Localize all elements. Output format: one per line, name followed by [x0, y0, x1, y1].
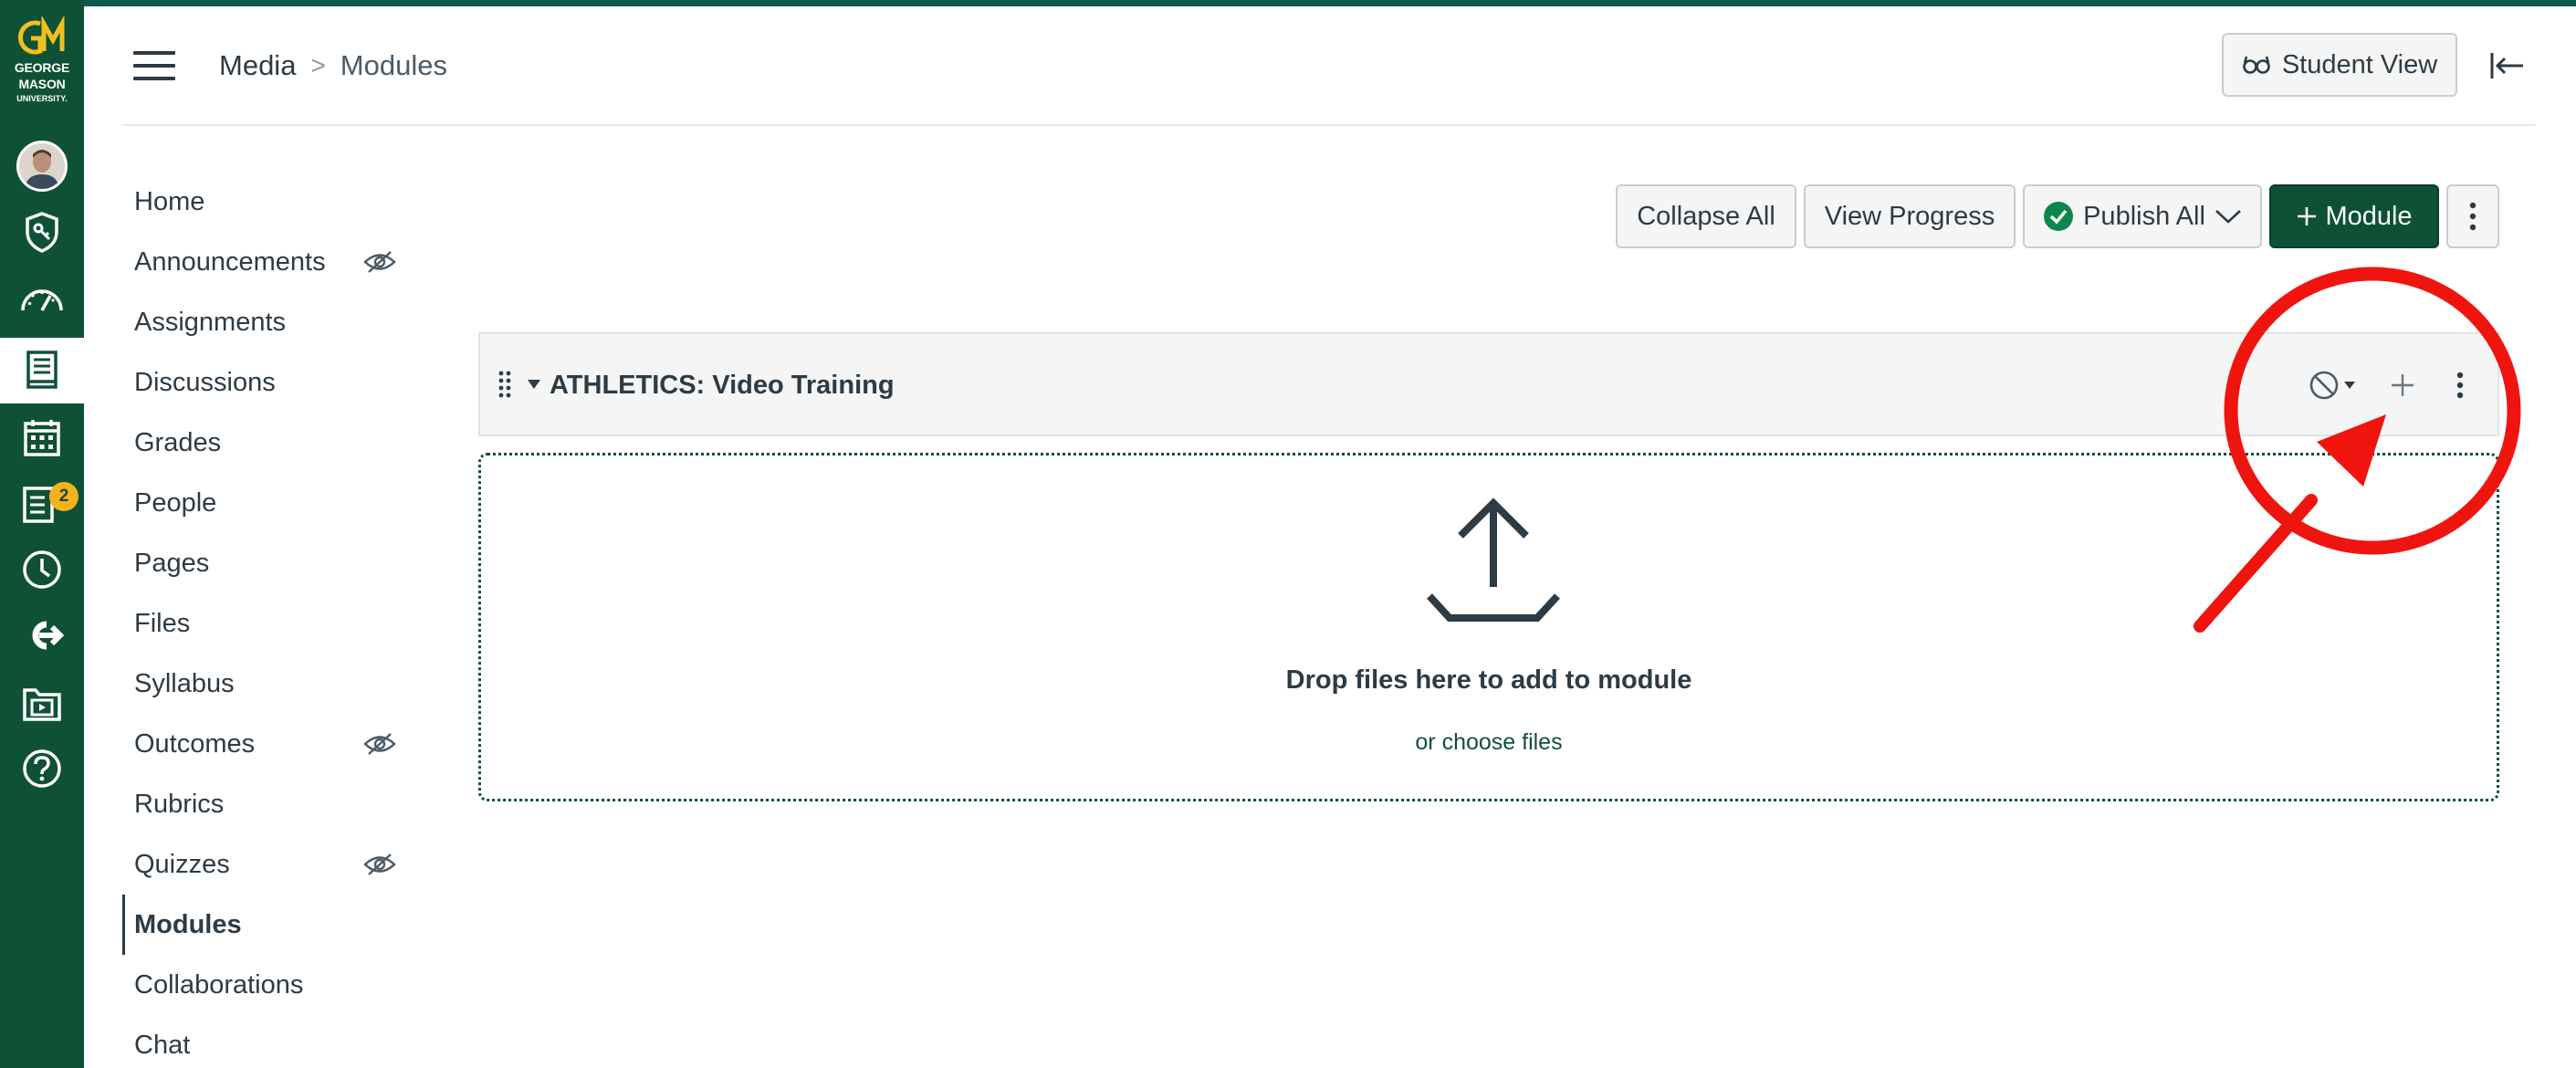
global-nav-admin[interactable] — [0, 199, 84, 265]
view-progress-button[interactable]: View Progress — [1804, 184, 2016, 248]
logo-line-2: MASON — [18, 77, 66, 91]
course-nav-collaborations[interactable]: Collaborations — [122, 955, 414, 1015]
breadcrumb-course-link[interactable]: Media — [219, 47, 296, 84]
collapse-all-label: Collapse All — [1637, 201, 1775, 231]
upload-icon — [1427, 497, 1560, 622]
course-nav-label: Quizzes — [134, 849, 230, 879]
global-nav-calendar[interactable] — [0, 405, 84, 471]
logo-line-3: UNIVERSITY. — [16, 94, 68, 103]
course-nav-outcomes[interactable]: Outcomes — [122, 714, 414, 774]
student-view-label: Student View — [2281, 49, 2438, 79]
collapse-all-button[interactable]: Collapse All — [1616, 184, 1796, 248]
plus-icon — [2298, 207, 2317, 225]
course-nav-label: Collaborations — [134, 969, 304, 1000]
course-nav-rubrics[interactable]: Rubrics — [122, 774, 414, 834]
book-icon — [26, 351, 58, 389]
hidden-eye-icon — [363, 733, 396, 755]
global-nav: GEORGE MASON UNIVERSITY. 2 — [0, 0, 84, 1068]
collapse-sidebar-icon[interactable] — [2488, 47, 2525, 84]
unpublished-status-icon[interactable] — [2306, 367, 2361, 403]
course-nav-label: Discussions — [134, 367, 276, 397]
course-nav-label: Files — [134, 608, 191, 638]
course-nav-home[interactable]: Home — [122, 172, 414, 232]
more-options-button[interactable] — [2446, 184, 2499, 248]
student-view-button[interactable]: Student View — [2222, 33, 2457, 97]
global-nav-inbox[interactable]: 2 — [0, 471, 84, 537]
module-header[interactable]: ATHLETICS: Video Training — [478, 332, 2499, 436]
course-nav-syllabus[interactable]: Syllabus — [122, 654, 414, 714]
avatar — [16, 141, 68, 192]
course-nav-discussions[interactable]: Discussions — [122, 352, 414, 413]
hidden-eye-icon — [363, 251, 396, 273]
course-nav-announcements[interactable]: Announcements — [122, 232, 414, 292]
view-progress-label: View Progress — [1824, 201, 1995, 231]
course-nav-label: Assignments — [134, 307, 287, 337]
course-nav-assignments[interactable]: Assignments — [122, 292, 414, 352]
course-nav-quizzes[interactable]: Quizzes — [122, 834, 414, 895]
course-nav-files[interactable]: Files — [122, 593, 414, 654]
publish-all-button[interactable]: Publish All — [2023, 184, 2262, 248]
add-module-label: Module — [2325, 201, 2413, 231]
breadcrumb-current: Modules — [340, 49, 447, 81]
global-nav-commons[interactable] — [0, 602, 84, 668]
course-nav-label: Modules — [134, 909, 242, 939]
clock-icon — [23, 550, 61, 589]
breadcrumb: Media > Modules — [219, 47, 447, 84]
header-divider — [122, 124, 2536, 126]
module-title: ATHLETICS: Video Training — [550, 371, 895, 400]
global-nav-dashboard[interactable] — [0, 265, 84, 330]
course-nav-label: Home — [134, 186, 205, 216]
course-nav-grades[interactable]: Grades — [122, 413, 414, 473]
inbox-unread-badge: 2 — [49, 482, 79, 511]
gmu-monogram-icon — [18, 16, 65, 55]
published-check-icon — [2044, 202, 2074, 231]
course-nav-label: Outcomes — [134, 728, 256, 759]
course-nav-label: Syllabus — [134, 668, 235, 698]
course-nav-label: Announcements — [134, 246, 326, 277]
course-nav-chat[interactable]: Chat — [122, 1015, 414, 1068]
hidden-eye-icon — [363, 853, 396, 875]
top-accent-bar — [0, 0, 2576, 6]
university-logo[interactable]: GEORGE MASON UNIVERSITY. — [0, 16, 84, 103]
course-nav-label: People — [134, 487, 217, 518]
kebab-menu-icon — [2469, 202, 2477, 231]
shield-icon — [26, 212, 58, 253]
course-nav-pages[interactable]: Pages — [122, 533, 414, 593]
global-nav-history[interactable] — [0, 537, 84, 602]
drag-handle-icon[interactable] — [498, 371, 511, 398]
course-menu-toggle[interactable] — [133, 51, 175, 80]
commons-icon — [32, 621, 65, 650]
dropzone-instruction: Drop files here to add to module — [1285, 665, 1692, 695]
course-nav-label: Pages — [134, 548, 210, 578]
canvas-modules-page: GEORGE MASON UNIVERSITY. 2 Media > Modul… — [0, 0, 2576, 1068]
global-nav-help[interactable] — [0, 736, 84, 801]
dashboard-icon — [21, 289, 63, 311]
choose-files-link[interactable]: or choose files — [481, 729, 2497, 756]
course-nav-modules[interactable]: Modules — [122, 895, 414, 955]
course-nav-people[interactable]: People — [122, 473, 414, 533]
global-nav-account[interactable] — [0, 133, 84, 199]
module-kebab-icon[interactable] — [2446, 367, 2474, 403]
global-nav-studio[interactable] — [0, 670, 84, 736]
module-collapse-caret-icon[interactable] — [528, 380, 540, 389]
publish-all-label: Publish All — [2083, 201, 2205, 231]
studio-icon — [23, 688, 61, 721]
breadcrumb-separator: > — [310, 51, 326, 79]
course-nav-label: Grades — [134, 427, 222, 457]
glasses-icon — [2243, 56, 2270, 74]
help-icon — [23, 749, 61, 788]
add-module-button[interactable]: Module — [2269, 184, 2439, 248]
chevron-down-icon — [2215, 210, 2241, 224]
global-nav-courses[interactable] — [0, 338, 84, 403]
calendar-icon — [24, 420, 60, 456]
course-nav-label: Rubrics — [134, 789, 225, 819]
course-nav-label: Chat — [134, 1030, 191, 1060]
file-dropzone[interactable]: Drop files here to add to module or choo… — [478, 453, 2499, 801]
add-item-plus-icon[interactable] — [2384, 367, 2421, 403]
logo-line-1: GEORGE — [14, 60, 70, 75]
